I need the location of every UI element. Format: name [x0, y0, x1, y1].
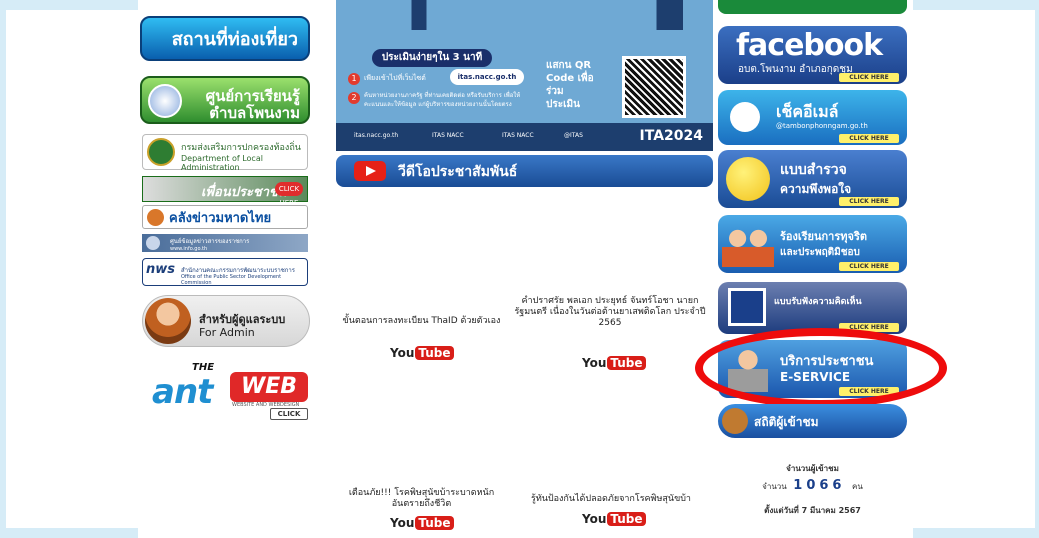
info-title: ศูนย์ข้อมูลข่าวสารของราชการ [170, 238, 250, 245]
admin-login-button[interactable]: สำหรับผู้ดูแลระบบ For Admin [142, 295, 310, 347]
play-icon [354, 161, 386, 181]
facebook-logo: facebook [736, 28, 883, 63]
yt-you: You [582, 356, 607, 370]
step2-number: 2 [348, 92, 360, 104]
corrupt-label-1: ร้องเรียนการทุจริต [780, 230, 868, 243]
step2-text: ค้นหาหน่วยงานภาครัฐ ที่ท่านเคยติดต่อ หรื… [364, 92, 521, 108]
visitor-count: 1066 [793, 478, 846, 493]
yt-tube: Tube [415, 346, 454, 360]
video-caption-2[interactable]: คำปราศรัย พลเอก ประยุทธ์ จันทร์โอชา นายก… [510, 296, 710, 329]
dla-title: กรมส่งเสริมการปกครองท้องถิ่น [181, 143, 301, 153]
itas-url: itas.nacc.go.th [450, 69, 524, 85]
dla-link[interactable]: กรมส่งเสริมการปกครองท้องถิ่น Department … [142, 134, 308, 172]
bar-web: itas.nacc.go.th [354, 132, 399, 139]
video-caption-4[interactable]: รู้ทันป้องกันได้ปลอดภัยจากโรคพิษสุนัขบ้า [516, 494, 706, 505]
visitor-stats-button[interactable]: สถิติผู้เข้าชม [718, 404, 907, 438]
yt-you: You [390, 516, 415, 530]
step1-text: เพียงเข้าไปที่เว็บไซต์ [364, 74, 426, 82]
dla-subtitle: Department of Local Administration [181, 154, 263, 172]
visitor-count-label: จำนวน [762, 482, 787, 491]
info-icon [146, 236, 160, 250]
opdc-link[interactable]: nws สำนักงานคณะกรรมการพัฒนาระบบราชการ Of… [142, 258, 308, 286]
admin-avatar [145, 298, 191, 344]
opinion-label: แบบรับฟังความคิดเห็น [774, 297, 862, 307]
antweb-ant: ant [152, 372, 213, 412]
visitor-counter-title: จำนวนผู้เข้าชม [786, 464, 839, 473]
ita-logo: ITA2024 [639, 128, 703, 144]
yt-tube: Tube [607, 356, 646, 370]
tourism-label: สถานที่ท่องเที่ยว [171, 29, 298, 50]
banner-illustration [336, 0, 713, 30]
banner-pill: ประเมินง่ายๆใน 3 นาที [372, 49, 492, 67]
opinion-form-button[interactable]: แบบรับฟังความคิดเห็น CLICK HERE [718, 282, 907, 334]
step1-number: 1 [348, 73, 360, 85]
opdc-logo: nws [146, 262, 176, 277]
youtube-logo-4[interactable]: You Tube [582, 512, 646, 526]
visitor-counter-since: ตั้งแต่วันที่ 7 มีนาคม 2567 [764, 506, 861, 515]
yt-you: You [390, 346, 415, 360]
youtube-logo-3[interactable]: You Tube [390, 516, 454, 530]
visitor-count-unit: คน [852, 482, 863, 491]
envelope-icon [730, 102, 760, 132]
visitor-counter: จำนวน 1066 คน [718, 478, 907, 493]
satisfaction-survey-button[interactable]: แบบสำรวจ ความพึงพอใจ CLICK HERE [718, 150, 907, 208]
citizen-friend-link[interactable]: เพื่อนประชาชน CLICK HERE [142, 176, 308, 207]
bar-fb: ITAS NACC [502, 132, 534, 139]
email-domain: @tambonphonngam.go.th [776, 122, 868, 130]
interior-news-label: คลังข่าวมหาดไทย [169, 210, 272, 226]
info-url: www.info.go.th [170, 246, 208, 252]
yt-tube: Tube [607, 512, 646, 526]
people-icon [722, 223, 774, 267]
youtube-logo-2[interactable]: You Tube [582, 356, 646, 370]
website-page: สถานที่ท่องเที่ยว ศูนย์การเรียนรู้ ตำบลโ… [138, 0, 947, 538]
antweb-click-button[interactable]: CLICK [270, 408, 308, 420]
opdc-subtitle: Office of the Public Sector Development … [181, 274, 282, 286]
tourism-button[interactable]: สถานที่ท่องเที่ยว [140, 16, 310, 61]
interior-news-link[interactable]: คลังข่าวมหาดไทย [142, 205, 308, 229]
ita-banner[interactable]: ประเมินง่ายๆใน 3 นาที 1 เพียงเข้าไปที่เว… [336, 0, 713, 151]
stats-icon [722, 408, 748, 434]
facebook-button[interactable]: facebook อบต.โพนงาม อำเภอกุดชุม CLICK HE… [718, 26, 907, 84]
top-green-strip[interactable] [718, 0, 907, 14]
smiley-icon [726, 157, 770, 201]
globe-icon [148, 84, 182, 118]
stats-label: สถิติผู้เข้าชม [754, 415, 819, 429]
checkbox-icon [728, 288, 766, 326]
qr-code [622, 56, 686, 118]
banner-footer: itas.nacc.go.th ITAS NACC ITAS NACC @ITA… [336, 123, 713, 151]
yt-you: You [582, 512, 607, 526]
click-here-badge: CLICK HERE [839, 73, 899, 82]
check-email-button[interactable]: เช็คอีเมล์ @tambonphonngam.go.th CLICK H… [718, 90, 907, 145]
video-caption-3[interactable]: เตือนภัย!!! โรคพิษสุนัขบ้าระบาดหนัก อันต… [334, 488, 509, 510]
antweb-logo-link[interactable]: THE ant WEB WEBSITE AND WEBDESIGN CLICK [146, 362, 316, 422]
click-here-badge: CLICK HERE [839, 262, 899, 271]
click-here-badge: CLICK HERE [839, 197, 899, 206]
youtube-logo-1[interactable]: You Tube [390, 346, 454, 360]
corruption-complaint-button[interactable]: ร้องเรียนการทุจริต และประพฤติมิชอบ CLICK… [718, 215, 907, 273]
highlight-ring [695, 328, 947, 408]
page-background: สถานที่ท่องเที่ยว ศูนย์การเรียนรู้ ตำบลโ… [0, 0, 1039, 538]
corrupt-label-2: และประพฤติมิชอบ [780, 247, 860, 258]
bar-nacc: ITAS NACC [432, 132, 464, 139]
click-here-badge: CLICK HERE [839, 134, 899, 143]
admin-label-en: For Admin [199, 326, 255, 339]
survey-label-1: แบบสำรวจ [780, 162, 847, 178]
yt-tube: Tube [415, 516, 454, 530]
video-caption-1[interactable]: ขั้นตอนการลงทะเบียน ThaID ด้วยตัวเอง [334, 316, 509, 327]
info-center-link[interactable]: ศูนย์ข้อมูลข่าวสารของราชการ www.info.go.… [142, 234, 308, 252]
antweb-web: WEB [230, 372, 308, 402]
citizen-friend-click: CLICK HERE [275, 182, 303, 207]
video-pr-header[interactable]: วีดีโอประชาสัมพันธ์ [336, 155, 713, 187]
news-icon [147, 209, 164, 226]
bar-line: @ITAS [564, 132, 583, 139]
scan-qr-text: แสกน QR Code เพื่อร่วม ประเมิน [546, 60, 594, 110]
citizen-friend-label: เพื่อนประชาชน [201, 185, 287, 200]
learning-label-2: ตำบลโพนงาม [209, 104, 300, 122]
facebook-subtitle: อบต.โพนงาม อำเภอกุดชุม [738, 64, 853, 75]
dla-seal-icon [147, 138, 175, 166]
learning-center-button[interactable]: ศูนย์การเรียนรู้ ตำบลโพนงาม [140, 76, 310, 124]
learning-label-1: ศูนย์การเรียนรู้ [205, 87, 300, 105]
video-pr-label: วีดีโอประชาสัมพันธ์ [398, 164, 518, 180]
